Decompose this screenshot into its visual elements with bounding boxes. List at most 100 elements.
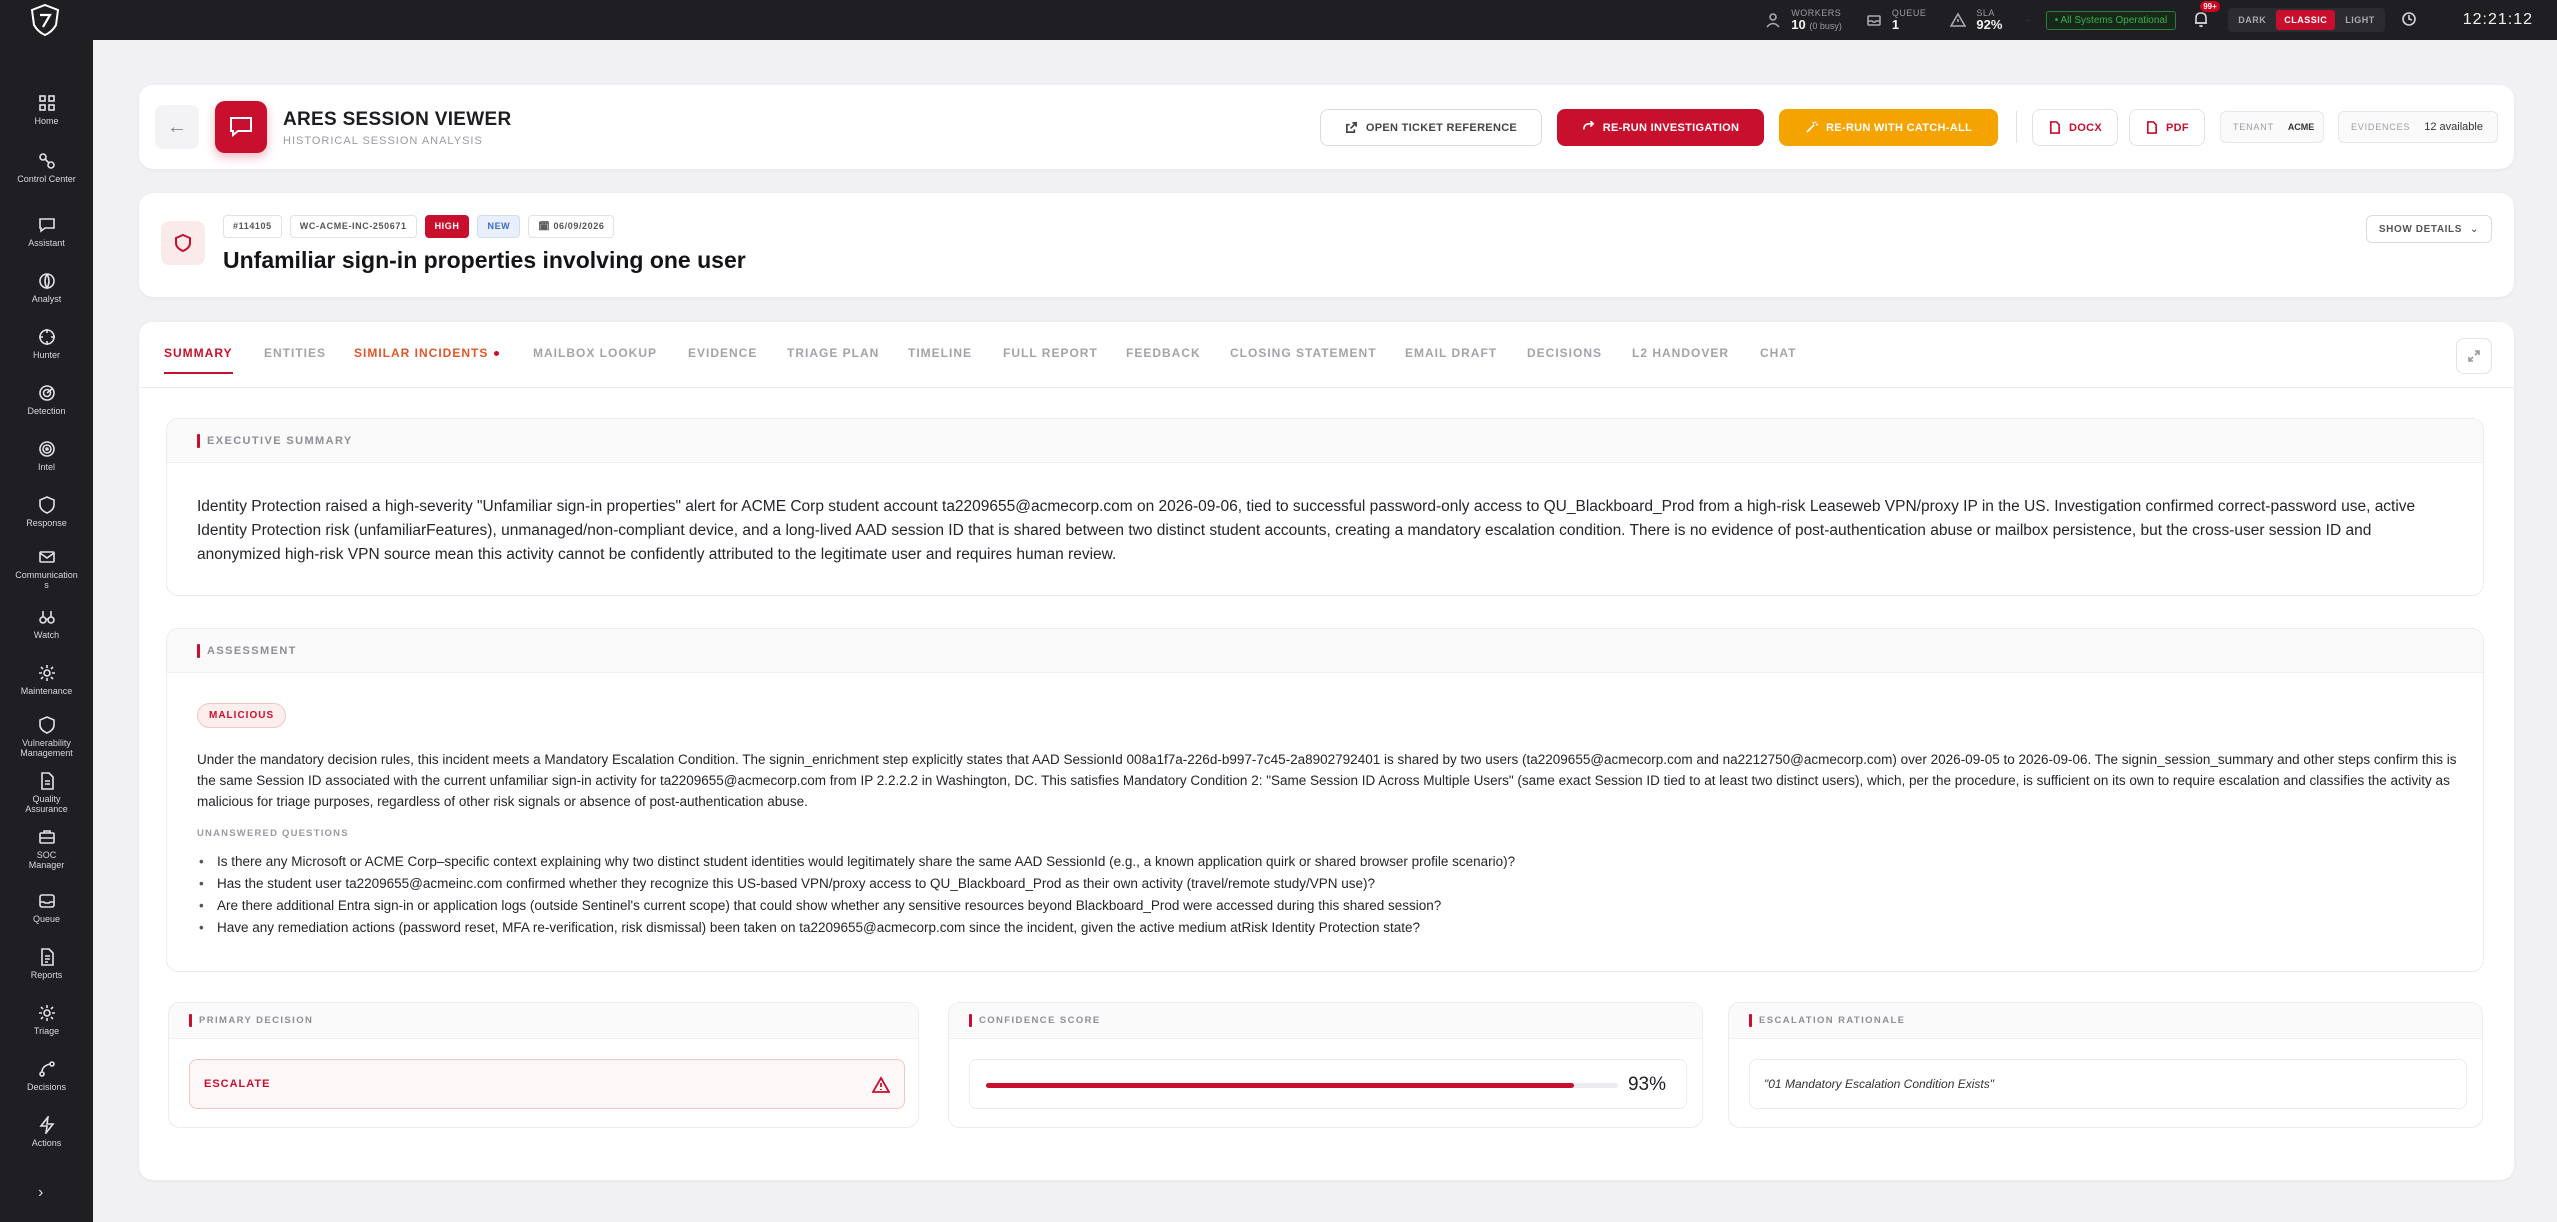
mail-icon bbox=[38, 551, 55, 563]
queue-stat: QUEUE 1 bbox=[1866, 8, 1927, 32]
decision-value: ESCALATE bbox=[204, 1078, 271, 1090]
incident-tags: #114105 WC-ACME-INC-250671 HIGH NEW 🗓 06… bbox=[223, 215, 615, 238]
sidebar-item-quality-assurance[interactable]: Quality Assurance bbox=[0, 772, 93, 814]
tab-closing-statement[interactable]: CLOSING STATEMENT bbox=[1230, 346, 1377, 360]
tab-evidence[interactable]: EVIDENCE bbox=[688, 346, 757, 360]
mode-dark-button[interactable]: DARK bbox=[2230, 10, 2274, 30]
clock-display: 12:21:12 bbox=[2462, 11, 2533, 28]
rationale-value: "01 Mandatory Escalation Condition Exist… bbox=[1749, 1059, 2467, 1109]
sidebar-item-intel[interactable]: Intel bbox=[0, 440, 93, 472]
incident-title: Unfamiliar sign-in properties involving … bbox=[223, 247, 746, 273]
rerun-label: RE-RUN INVESTIGATION bbox=[1602, 121, 1740, 134]
show-details-button[interactable]: SHOW DETAILS ⌄ bbox=[2365, 215, 2492, 243]
sidebar-item-queue[interactable]: Queue bbox=[0, 892, 93, 924]
analyst-icon bbox=[38, 273, 55, 290]
sidebar-item-response[interactable]: Response bbox=[0, 496, 93, 528]
open-ticket-label: OPEN TICKET REFERENCE bbox=[1365, 121, 1518, 134]
confidence-heading: CONFIDENCE SCORE bbox=[949, 1003, 1702, 1039]
escalation-rationale-card: ESCALATION RATIONALE "01 Mandatory Escal… bbox=[1728, 1002, 2483, 1128]
sidebar-item-label: Quality Assurance bbox=[25, 794, 68, 814]
sidebar-item-control-center[interactable]: Control Center bbox=[0, 152, 93, 184]
page-title: ARES SESSION VIEWER bbox=[283, 109, 512, 130]
queue-icon bbox=[1867, 15, 1881, 26]
header-divider bbox=[2016, 111, 2017, 143]
rerun-catch-all-button[interactable]: RE-RUN WITH CATCH-ALL bbox=[1779, 109, 1998, 146]
clock-icon bbox=[2401, 11, 2417, 30]
sidebar-item-assistant[interactable]: Assistant bbox=[0, 216, 93, 248]
mode-classic-button[interactable]: CLASSIC bbox=[2276, 10, 2336, 30]
export-pdf-button[interactable]: PDF bbox=[2129, 109, 2205, 146]
workers-value: 10 bbox=[1791, 16, 1806, 32]
tab-entities[interactable]: ENTITIES bbox=[264, 346, 326, 360]
briefcase-icon bbox=[38, 830, 55, 844]
sidebar-item-maintenance[interactable]: Maintenance bbox=[0, 664, 93, 696]
unanswered-questions-heading: UNANSWERED QUESTIONS bbox=[197, 828, 349, 839]
tenant-label: TENANT bbox=[2233, 122, 2274, 132]
wand-icon bbox=[1806, 121, 1818, 133]
theme-mode-switch: DARK CLASSIC LIGHT bbox=[2228, 8, 2385, 32]
sidebar-item-communications[interactable]: Communications bbox=[0, 548, 93, 590]
evidences-chip: EVIDENCES 12 available bbox=[2338, 111, 2498, 143]
new-indicator-dot bbox=[494, 351, 500, 357]
sidebar-item-home[interactable]: Home bbox=[0, 94, 93, 126]
tab-triage-plan[interactable]: TRIAGE PLAN bbox=[787, 346, 879, 360]
tab-mailbox-lookup[interactable]: MAILBOX LOOKUP bbox=[533, 346, 657, 360]
sidebar-item-hunter[interactable]: Hunter bbox=[0, 328, 93, 360]
tab-chat[interactable]: CHAT bbox=[1760, 346, 1796, 360]
mode-light-button[interactable]: LIGHT bbox=[2337, 10, 2383, 30]
tab-full-report[interactable]: FULL REPORT bbox=[1003, 346, 1098, 360]
sidebar-item-label: Intel bbox=[37, 462, 55, 472]
sidebar-item-watch[interactable]: Watch bbox=[0, 608, 93, 640]
list-item: Are there additional Entra sign-in or ap… bbox=[197, 895, 2467, 917]
incident-ref-tag: WC-ACME-INC-250671 bbox=[289, 215, 417, 238]
confidence-bar bbox=[986, 1083, 1618, 1088]
separator-dot: · bbox=[2026, 14, 2030, 26]
target-icon bbox=[38, 441, 55, 457]
severity-badge: HIGH bbox=[424, 215, 470, 238]
sidebar-expand-button[interactable]: › bbox=[38, 1184, 43, 1202]
status-badge: NEW bbox=[477, 215, 521, 238]
notifications-button[interactable]: 99+ bbox=[2192, 1, 2220, 30]
app-logo-icon[interactable] bbox=[30, 3, 60, 37]
verdict-badge: MALICIOUS bbox=[197, 703, 287, 728]
sidebar-item-decisions[interactable]: Decisions bbox=[0, 1060, 93, 1092]
top-bar: WORKERS 10 (0 busy) QUEUE 1 SLA 92% · • … bbox=[0, 0, 2557, 40]
external-link-icon bbox=[1345, 122, 1357, 133]
tab-similar-incidents[interactable]: SIMILAR INCIDENTS bbox=[354, 346, 500, 360]
tab-email-draft[interactable]: EMAIL DRAFT bbox=[1405, 346, 1497, 360]
tab-similar-label: SIMILAR INCIDENTS bbox=[354, 346, 489, 360]
unanswered-questions-list: Is there any Microsoft or ACME Corp–spec… bbox=[197, 851, 2467, 939]
expand-icon bbox=[2468, 350, 2480, 362]
bell-icon bbox=[2195, 12, 2208, 28]
sla-value: 92% bbox=[1976, 17, 2003, 32]
expand-button[interactable] bbox=[2456, 338, 2492, 374]
sidebar-item-actions[interactable]: Actions bbox=[0, 1116, 93, 1148]
page-subtitle: HISTORICAL SESSION ANALYSIS bbox=[283, 135, 483, 147]
export-docx-button[interactable]: DOCX bbox=[2032, 109, 2118, 146]
tab-feedback[interactable]: FEEDBACK bbox=[1126, 346, 1201, 360]
rerun-investigation-button[interactable]: RE-RUN INVESTIGATION bbox=[1557, 109, 1764, 146]
chevron-down-icon: ⌄ bbox=[2470, 223, 2479, 235]
confidence-bar-fill bbox=[986, 1083, 1574, 1088]
main-content: SUMMARY ENTITIES SIMILAR INCIDENTS MAILB… bbox=[139, 322, 2514, 1180]
tab-l2-handover[interactable]: L2 HANDOVER bbox=[1632, 346, 1729, 360]
tenant-value: ACME bbox=[2287, 122, 2315, 132]
warning-icon bbox=[872, 1076, 890, 1093]
incident-id-tag: #114105 bbox=[223, 215, 282, 238]
back-button[interactable]: ← bbox=[155, 105, 199, 149]
confidence-value: 93% bbox=[1627, 1074, 1666, 1095]
sidebar-item-analyst[interactable]: Analyst bbox=[0, 272, 93, 304]
tab-timeline[interactable]: TIMELINE bbox=[908, 346, 972, 360]
sidebar-item-soc-manager[interactable]: SOC Manager bbox=[0, 828, 93, 870]
tab-summary[interactable]: SUMMARY bbox=[164, 346, 233, 374]
sidebar-item-reports[interactable]: Reports bbox=[0, 948, 93, 980]
primary-decision-title: PRIMARY DECISION bbox=[199, 1015, 314, 1026]
sidebar-item-triage[interactable]: Triage bbox=[0, 1004, 93, 1036]
sidebar-item-detection[interactable]: Detection bbox=[0, 384, 93, 416]
open-ticket-button[interactable]: OPEN TICKET REFERENCE bbox=[1320, 109, 1542, 146]
tab-bar: SUMMARY ENTITIES SIMILAR INCIDENTS MAILB… bbox=[139, 322, 2514, 388]
tab-decisions[interactable]: DECISIONS bbox=[1527, 346, 1602, 360]
grid-icon bbox=[38, 95, 55, 111]
sidebar: Home Control Center Assistant Analyst Hu… bbox=[0, 40, 93, 1222]
sidebar-item-vulnerability-management[interactable]: Vulnerability Management bbox=[0, 716, 93, 758]
